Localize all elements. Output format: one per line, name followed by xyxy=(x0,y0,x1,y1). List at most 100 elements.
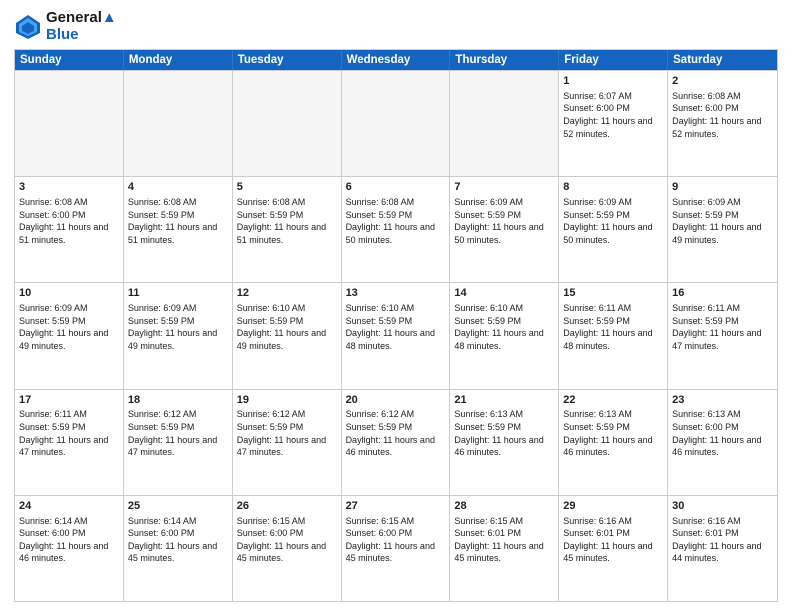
calendar-cell: 29Sunrise: 6:16 AMSunset: 6:01 PMDayligh… xyxy=(559,496,668,601)
cell-info: Sunrise: 6:09 AMSunset: 5:59 PMDaylight:… xyxy=(563,196,663,246)
cell-info: Sunrise: 6:08 AMSunset: 5:59 PMDaylight:… xyxy=(237,196,337,246)
calendar-cell: 2Sunrise: 6:08 AMSunset: 6:00 PMDaylight… xyxy=(668,71,777,176)
cell-info: Sunrise: 6:13 AMSunset: 5:59 PMDaylight:… xyxy=(454,408,554,458)
cell-info: Sunrise: 6:07 AMSunset: 6:00 PMDaylight:… xyxy=(563,90,663,140)
calendar-header-cell: Thursday xyxy=(450,50,559,70)
calendar-cell: 12Sunrise: 6:10 AMSunset: 5:59 PMDayligh… xyxy=(233,283,342,388)
calendar-cell: 6Sunrise: 6:08 AMSunset: 5:59 PMDaylight… xyxy=(342,177,451,282)
day-number: 22 xyxy=(563,393,663,408)
calendar-cell: 7Sunrise: 6:09 AMSunset: 5:59 PMDaylight… xyxy=(450,177,559,282)
day-number: 7 xyxy=(454,180,554,195)
day-number: 30 xyxy=(672,499,773,514)
day-number: 20 xyxy=(346,393,446,408)
day-number: 12 xyxy=(237,286,337,301)
header: General▲ Blue xyxy=(14,10,778,43)
cell-info: Sunrise: 6:14 AMSunset: 6:00 PMDaylight:… xyxy=(128,515,228,565)
day-number: 1 xyxy=(563,74,663,89)
cell-info: Sunrise: 6:10 AMSunset: 5:59 PMDaylight:… xyxy=(346,302,446,352)
calendar-cell: 21Sunrise: 6:13 AMSunset: 5:59 PMDayligh… xyxy=(450,390,559,495)
day-number: 21 xyxy=(454,393,554,408)
calendar-week-row: 17Sunrise: 6:11 AMSunset: 5:59 PMDayligh… xyxy=(15,389,777,495)
day-number: 27 xyxy=(346,499,446,514)
calendar-cell: 19Sunrise: 6:12 AMSunset: 5:59 PMDayligh… xyxy=(233,390,342,495)
day-number: 14 xyxy=(454,286,554,301)
cell-info: Sunrise: 6:15 AMSunset: 6:00 PMDaylight:… xyxy=(237,515,337,565)
cell-info: Sunrise: 6:08 AMSunset: 6:00 PMDaylight:… xyxy=(672,90,773,140)
calendar-cell: 24Sunrise: 6:14 AMSunset: 6:00 PMDayligh… xyxy=(15,496,124,601)
cell-info: Sunrise: 6:08 AMSunset: 5:59 PMDaylight:… xyxy=(128,196,228,246)
calendar-week-row: 24Sunrise: 6:14 AMSunset: 6:00 PMDayligh… xyxy=(15,495,777,601)
cell-info: Sunrise: 6:11 AMSunset: 5:59 PMDaylight:… xyxy=(563,302,663,352)
calendar-cell xyxy=(15,71,124,176)
calendar-cell: 23Sunrise: 6:13 AMSunset: 6:00 PMDayligh… xyxy=(668,390,777,495)
calendar-header-cell: Monday xyxy=(124,50,233,70)
cell-info: Sunrise: 6:11 AMSunset: 5:59 PMDaylight:… xyxy=(19,408,119,458)
day-number: 3 xyxy=(19,180,119,195)
logo-text: General▲ Blue xyxy=(46,10,117,43)
cell-info: Sunrise: 6:16 AMSunset: 6:01 PMDaylight:… xyxy=(672,515,773,565)
day-number: 5 xyxy=(237,180,337,195)
day-number: 16 xyxy=(672,286,773,301)
cell-info: Sunrise: 6:09 AMSunset: 5:59 PMDaylight:… xyxy=(672,196,773,246)
calendar-cell: 20Sunrise: 6:12 AMSunset: 5:59 PMDayligh… xyxy=(342,390,451,495)
cell-info: Sunrise: 6:08 AMSunset: 6:00 PMDaylight:… xyxy=(19,196,119,246)
calendar-cell: 30Sunrise: 6:16 AMSunset: 6:01 PMDayligh… xyxy=(668,496,777,601)
cell-info: Sunrise: 6:16 AMSunset: 6:01 PMDaylight:… xyxy=(563,515,663,565)
cell-info: Sunrise: 6:15 AMSunset: 6:01 PMDaylight:… xyxy=(454,515,554,565)
cell-info: Sunrise: 6:12 AMSunset: 5:59 PMDaylight:… xyxy=(237,408,337,458)
cell-info: Sunrise: 6:11 AMSunset: 5:59 PMDaylight:… xyxy=(672,302,773,352)
cell-info: Sunrise: 6:10 AMSunset: 5:59 PMDaylight:… xyxy=(454,302,554,352)
calendar-cell: 9Sunrise: 6:09 AMSunset: 5:59 PMDaylight… xyxy=(668,177,777,282)
calendar-cell: 25Sunrise: 6:14 AMSunset: 6:00 PMDayligh… xyxy=(124,496,233,601)
day-number: 28 xyxy=(454,499,554,514)
calendar: SundayMondayTuesdayWednesdayThursdayFrid… xyxy=(14,49,778,602)
calendar-cell xyxy=(124,71,233,176)
calendar-cell: 4Sunrise: 6:08 AMSunset: 5:59 PMDaylight… xyxy=(124,177,233,282)
calendar-week-row: 10 Sunrise: 6:09 AMSunset: 5:59 PMDayligh… xyxy=(15,282,777,388)
day-number: 4 xyxy=(128,180,228,195)
day-number: 24 xyxy=(19,499,119,514)
day-number: 17 xyxy=(19,393,119,408)
cell-info: Sunrise: 6:12 AMSunset: 5:59 PMDaylight:… xyxy=(346,408,446,458)
calendar-cell: 1Sunrise: 6:07 AMSunset: 6:00 PMDaylight… xyxy=(559,71,668,176)
calendar-cell xyxy=(233,71,342,176)
calendar-cell: 10Sunrise: 6:09 AMSunset: 5:59 PMDayligh… xyxy=(15,283,124,388)
day-number: 2 xyxy=(672,74,773,89)
calendar-cell: 17Sunrise: 6:11 AMSunset: 5:59 PMDayligh… xyxy=(15,390,124,495)
cell-info: Sunrise: 6:12 AMSunset: 5:59 PMDaylight:… xyxy=(128,408,228,458)
day-number: 13 xyxy=(346,286,446,301)
calendar-cell xyxy=(342,71,451,176)
calendar-cell: 15Sunrise: 6:11 AMSunset: 5:59 PMDayligh… xyxy=(559,283,668,388)
calendar-cell: 16Sunrise: 6:11 AMSunset: 5:59 PMDayligh… xyxy=(668,283,777,388)
day-number: 25 xyxy=(128,499,228,514)
logo-area: General▲ Blue xyxy=(14,10,117,43)
day-number: 11 xyxy=(128,286,228,301)
calendar-cell: 11Sunrise: 6:09 AMSunset: 5:59 PMDayligh… xyxy=(124,283,233,388)
calendar-cell: 13Sunrise: 6:10 AMSunset: 5:59 PMDayligh… xyxy=(342,283,451,388)
calendar-cell: 14Sunrise: 6:10 AMSunset: 5:59 PMDayligh… xyxy=(450,283,559,388)
day-number: 23 xyxy=(672,393,773,408)
day-number: 18 xyxy=(128,393,228,408)
cell-info: Sunrise: 6:09 AMSunset: 5:59 PMDaylight:… xyxy=(454,196,554,246)
calendar-cell: 27Sunrise: 6:15 AMSunset: 6:00 PMDayligh… xyxy=(342,496,451,601)
calendar-header-cell: Friday xyxy=(559,50,668,70)
calendar-week-row: 3Sunrise: 6:08 AMSunset: 6:00 PMDaylight… xyxy=(15,176,777,282)
calendar-header-cell: Sunday xyxy=(15,50,124,70)
cell-info: Sunrise: 6:14 AMSunset: 6:00 PMDaylight:… xyxy=(19,515,119,565)
day-number: 29 xyxy=(563,499,663,514)
calendar-header-cell: Saturday xyxy=(668,50,777,70)
cell-info: Sunrise: 6:13 AMSunset: 6:00 PMDaylight:… xyxy=(672,408,773,458)
calendar-cell: 26Sunrise: 6:15 AMSunset: 6:00 PMDayligh… xyxy=(233,496,342,601)
logo-icon xyxy=(14,13,42,41)
day-number: 10 xyxy=(19,286,119,301)
cell-info: Sunrise: 6:09 AMSunset: 5:59 PMDaylight:… xyxy=(128,302,228,352)
day-number: 9 xyxy=(672,180,773,195)
day-number: 8 xyxy=(563,180,663,195)
calendar-header-row: SundayMondayTuesdayWednesdayThursdayFrid… xyxy=(15,50,777,70)
cell-info: Sunrise: 6:13 AMSunset: 5:59 PMDaylight:… xyxy=(563,408,663,458)
calendar-header-cell: Wednesday xyxy=(342,50,451,70)
day-number: 15 xyxy=(563,286,663,301)
calendar-week-row: 1Sunrise: 6:07 AMSunset: 6:00 PMDaylight… xyxy=(15,70,777,176)
calendar-cell: 5Sunrise: 6:08 AMSunset: 5:59 PMDaylight… xyxy=(233,177,342,282)
calendar-cell: 8Sunrise: 6:09 AMSunset: 5:59 PMDaylight… xyxy=(559,177,668,282)
